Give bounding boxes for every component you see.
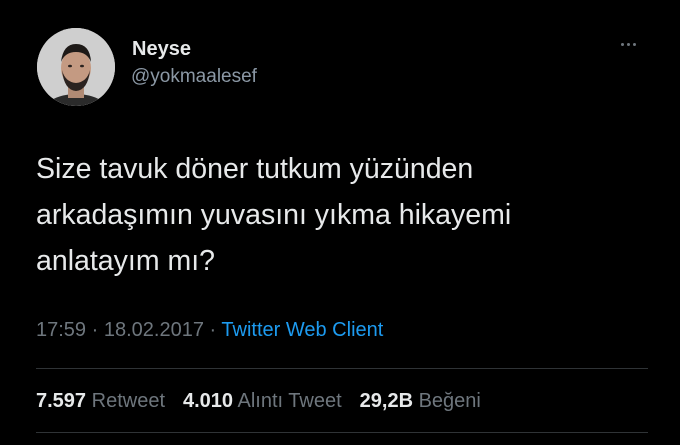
divider	[36, 432, 648, 433]
likes-count: 29,2B	[359, 390, 414, 412]
retweets-count: 7.597	[36, 390, 87, 412]
meta-separator: ·	[91, 319, 99, 341]
tweet-source-link[interactable]: Twitter Web Client	[221, 319, 383, 341]
likes-stat[interactable]: 29,2B Beğeni	[360, 390, 481, 413]
avatar-image	[37, 28, 115, 106]
avatar[interactable]	[37, 28, 115, 106]
tweet-meta: 17:59 · 18.02.2017 · Twitter Web Client	[36, 319, 383, 342]
retweets-label: Retweet	[91, 390, 165, 412]
divider	[36, 368, 648, 369]
dot	[632, 42, 636, 46]
dot	[620, 42, 624, 46]
tweet-stats: 7.597 Retweet 4.010 Alıntı Tweet 29,2B B…	[36, 390, 481, 413]
quotes-stat[interactable]: 4.010 Alıntı Tweet	[183, 390, 342, 413]
tweet-text: Size tavuk döner tutkum yüzünden arkadaş…	[36, 146, 636, 284]
tweet-line: arkadaşımın yuvasını yıkma hikayemi	[36, 199, 512, 231]
quotes-count: 4.010	[183, 390, 234, 412]
tweet-date[interactable]: 18.02.2017	[104, 319, 204, 341]
tweet-line: Size tavuk döner tutkum yüzünden	[36, 153, 474, 185]
display-name[interactable]: Neyse	[132, 38, 191, 61]
tweet-line: anlatayım mı?	[36, 245, 215, 277]
likes-label: Beğeni	[418, 390, 481, 412]
tweet-time[interactable]: 17:59	[36, 319, 86, 341]
meta-separator: ·	[209, 319, 217, 341]
more-options-icon[interactable]	[612, 34, 644, 54]
dot	[626, 42, 630, 46]
retweets-stat[interactable]: 7.597 Retweet	[36, 390, 165, 413]
quotes-label: Alıntı Tweet	[237, 390, 342, 412]
user-handle[interactable]: @yokmaalesef	[131, 66, 257, 88]
